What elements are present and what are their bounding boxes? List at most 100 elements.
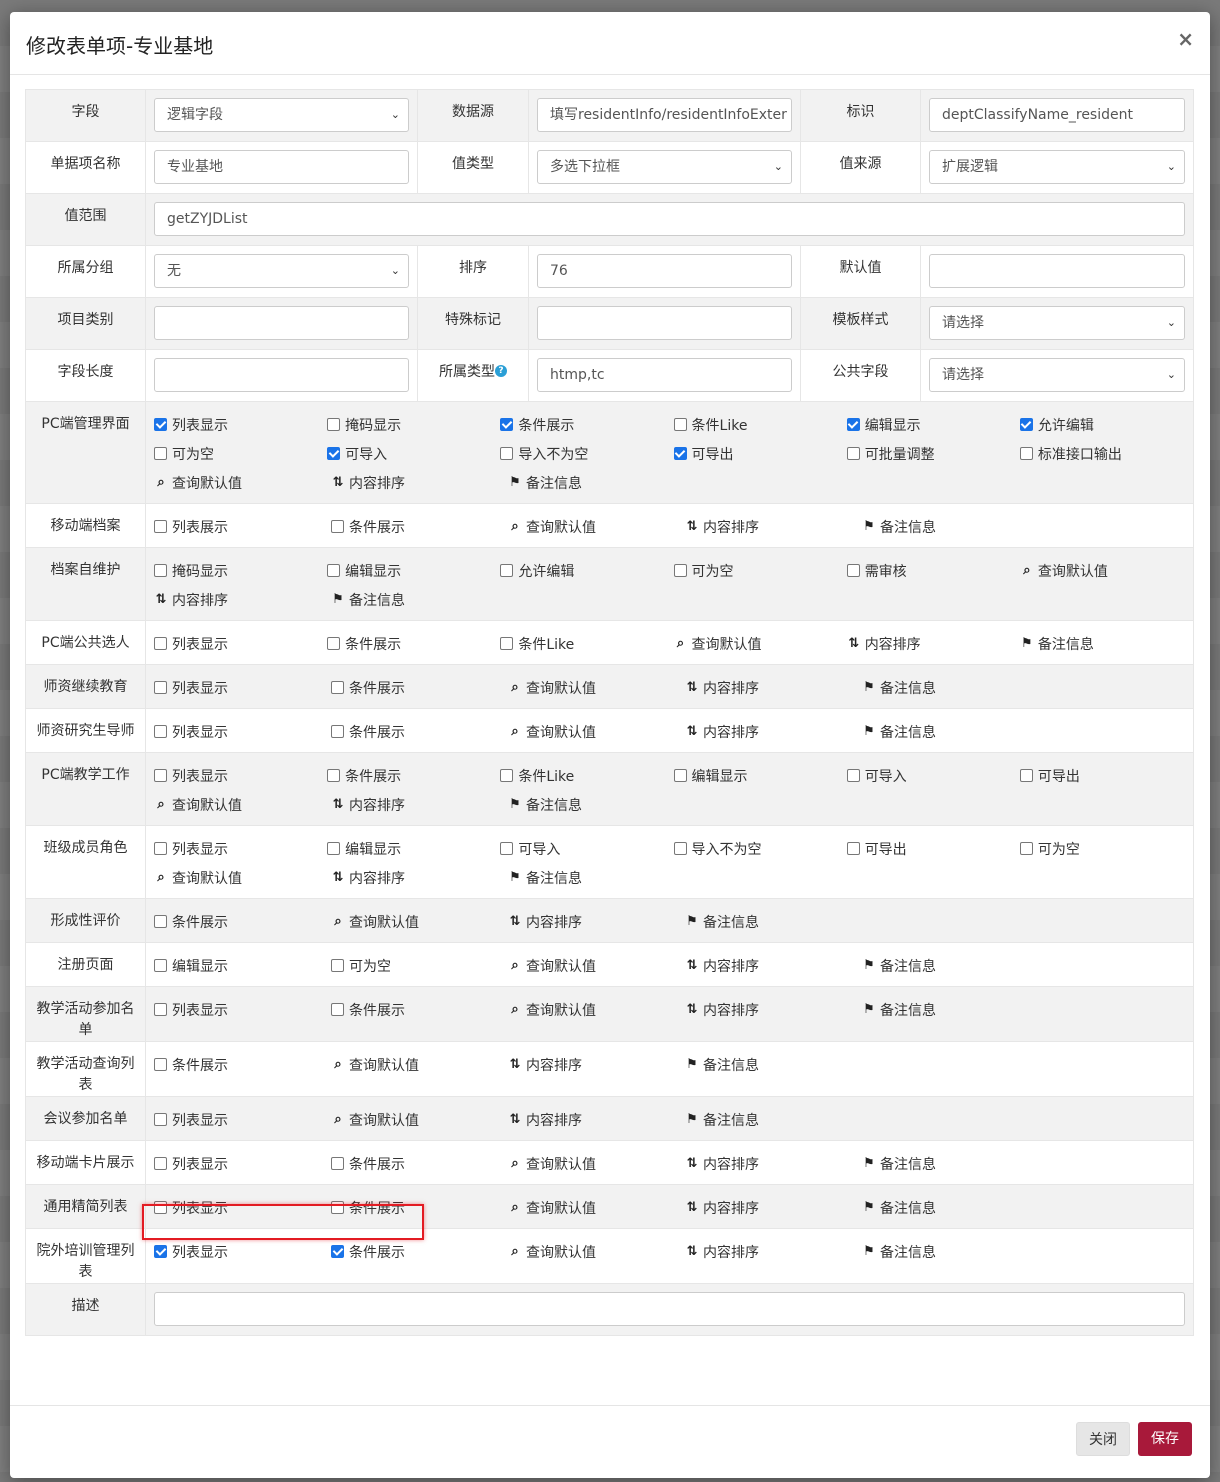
query-default-link[interactable]: ⌕ 查询默认值 [331, 912, 508, 932]
option-checkbox[interactable]: 可导出 [846, 839, 1020, 859]
option-checkbox[interactable]: 标准接口输出 [1019, 444, 1193, 464]
option-checkbox[interactable]: 条件展示 [331, 1198, 508, 1218]
checkbox-unchecked[interactable] [154, 959, 167, 972]
checkbox-unchecked[interactable] [331, 681, 344, 694]
valuetype-select[interactable]: 多选下拉框 ⌄ [537, 150, 792, 184]
option-checkbox[interactable]: 可批量调整 [846, 444, 1020, 464]
query-default-link[interactable]: ⌕ 查询默认值 [508, 1242, 685, 1262]
template-select[interactable]: 请选择 ⌄ [929, 306, 1185, 340]
content-sort-link[interactable]: ⇅ 内容排序 [331, 473, 508, 493]
option-checkbox[interactable]: 列表显示 [154, 839, 327, 859]
content-sort-link[interactable]: ⇅ 内容排序 [685, 678, 862, 698]
content-sort-link[interactable]: ⇅ 内容排序 [685, 1154, 862, 1174]
option-checkbox[interactable]: 可导出 [673, 444, 847, 464]
option-checkbox[interactable]: 可导出 [1019, 766, 1193, 786]
checkbox-unchecked[interactable] [154, 725, 167, 738]
option-checkbox[interactable]: 编辑显示 [673, 766, 847, 786]
range-input[interactable]: getZYJDList [154, 202, 1185, 236]
option-checkbox[interactable]: 条件展示 [331, 722, 508, 742]
query-default-link[interactable]: ⌕ 查询默认值 [1020, 561, 1193, 581]
query-default-link[interactable]: ⌕ 查询默认值 [154, 868, 331, 888]
checkbox-unchecked[interactable] [331, 1157, 344, 1170]
option-checkbox[interactable]: 条件Like [673, 415, 847, 435]
checkbox-checked[interactable] [154, 1245, 167, 1258]
option-checkbox[interactable]: 列表显示 [154, 415, 327, 435]
public-select[interactable]: 请选择 ⌄ [929, 358, 1185, 392]
query-default-link[interactable]: ⌕ 查询默认值 [331, 1110, 508, 1130]
checkbox-unchecked[interactable] [500, 769, 514, 782]
option-checkbox[interactable]: 列表显示 [154, 1198, 331, 1218]
checkbox-checked[interactable] [846, 418, 860, 431]
option-checkbox[interactable]: 条件展示 [154, 912, 331, 932]
query-default-link[interactable]: ⌕ 查询默认值 [508, 1000, 685, 1020]
query-default-link[interactable]: ⌕ 查询默认值 [508, 1154, 685, 1174]
default-input[interactable] [929, 254, 1185, 288]
query-default-link[interactable]: ⌕ 查询默认值 [154, 795, 331, 815]
checkbox-unchecked[interactable] [154, 769, 167, 782]
option-checkbox[interactable]: 可导入 [846, 766, 1020, 786]
content-sort-link[interactable]: ⇅ 内容排序 [685, 1198, 862, 1218]
remark-link[interactable]: ⚑ 备注信息 [862, 722, 1039, 742]
checkbox-unchecked[interactable] [331, 1003, 344, 1016]
content-sort-link[interactable]: ⇅ 内容排序 [508, 912, 685, 932]
option-checkbox[interactable]: 列表展示 [154, 517, 331, 537]
query-default-link[interactable]: ⌕ 查询默认值 [508, 722, 685, 742]
checkbox-unchecked[interactable] [331, 1201, 344, 1214]
option-checkbox[interactable]: 编辑显示 [154, 956, 331, 976]
checkbox-unchecked[interactable] [673, 418, 687, 431]
datasource-input[interactable]: 填写residentInfo/residentInfoExter [537, 98, 792, 132]
remark-link[interactable]: ⚑ 备注信息 [862, 678, 1039, 698]
option-checkbox[interactable]: 条件Like [500, 766, 673, 786]
content-sort-link[interactable]: ⇅ 内容排序 [154, 590, 331, 610]
option-checkbox[interactable]: 条件展示 [331, 1000, 508, 1020]
content-sort-link[interactable]: ⇅ 内容排序 [508, 1055, 685, 1075]
checkbox-unchecked[interactable] [327, 842, 341, 855]
option-checkbox[interactable]: 列表显示 [154, 1154, 331, 1174]
checkbox-checked[interactable] [1019, 418, 1033, 431]
checkbox-checked[interactable] [500, 418, 514, 431]
remark-link[interactable]: ⚑ 备注信息 [862, 1242, 1039, 1262]
query-default-link[interactable]: ⌕ 查询默认值 [508, 1198, 685, 1218]
help-icon[interactable]: ? [495, 365, 507, 377]
name-input[interactable]: 专业基地 [154, 150, 409, 184]
checkbox-unchecked[interactable] [846, 447, 860, 460]
checkbox-unchecked[interactable] [673, 842, 687, 855]
remark-link[interactable]: ⚑ 备注信息 [862, 956, 1039, 976]
checkbox-unchecked[interactable] [500, 564, 514, 577]
close-button[interactable]: 关闭 [1076, 1422, 1130, 1456]
checkbox-unchecked[interactable] [154, 520, 167, 533]
checkbox-unchecked[interactable] [500, 842, 514, 855]
option-checkbox[interactable]: 列表显示 [154, 722, 331, 742]
option-checkbox[interactable]: 掩码显示 [154, 561, 327, 581]
option-checkbox[interactable]: 可为空 [1019, 839, 1193, 859]
checkbox-unchecked[interactable] [1019, 842, 1033, 855]
option-checkbox[interactable]: 可导入 [500, 839, 673, 859]
content-sort-link[interactable]: ⇅ 内容排序 [685, 722, 862, 742]
content-sort-link[interactable]: ⇅ 内容排序 [508, 1110, 685, 1130]
content-sort-link[interactable]: ⇅ 内容排序 [331, 795, 508, 815]
valuesource-select[interactable]: 扩展逻辑 ⌄ [929, 150, 1185, 184]
content-sort-link[interactable]: ⇅ 内容排序 [685, 1242, 862, 1262]
belong-input[interactable]: htmp,tc [537, 358, 792, 392]
option-checkbox[interactable]: 允许编辑 [1019, 415, 1193, 435]
checkbox-checked[interactable] [327, 447, 341, 460]
remark-link[interactable]: ⚑ 备注信息 [685, 912, 862, 932]
remark-link[interactable]: ⚑ 备注信息 [685, 1110, 862, 1130]
checkbox-unchecked[interactable] [154, 1201, 167, 1214]
option-checkbox[interactable]: 导入不为空 [500, 444, 673, 464]
checkbox-unchecked[interactable] [331, 520, 344, 533]
checkbox-unchecked[interactable] [154, 842, 167, 855]
option-checkbox[interactable]: 条件展示 [327, 766, 500, 786]
checkbox-unchecked[interactable] [331, 725, 344, 738]
checkbox-unchecked[interactable] [327, 564, 341, 577]
query-default-link[interactable]: ⌕ 查询默认值 [674, 634, 847, 654]
checkbox-unchecked[interactable] [331, 959, 344, 972]
option-checkbox[interactable]: 条件展示 [331, 517, 508, 537]
checkbox-unchecked[interactable] [1019, 769, 1033, 782]
checkbox-checked[interactable] [154, 418, 167, 431]
checkbox-unchecked[interactable] [327, 769, 341, 782]
remark-link[interactable]: ⚑ 备注信息 [508, 473, 685, 493]
save-button[interactable]: 保存 [1138, 1422, 1192, 1456]
checkbox-unchecked[interactable] [673, 769, 687, 782]
query-default-link[interactable]: ⌕ 查询默认值 [508, 956, 685, 976]
